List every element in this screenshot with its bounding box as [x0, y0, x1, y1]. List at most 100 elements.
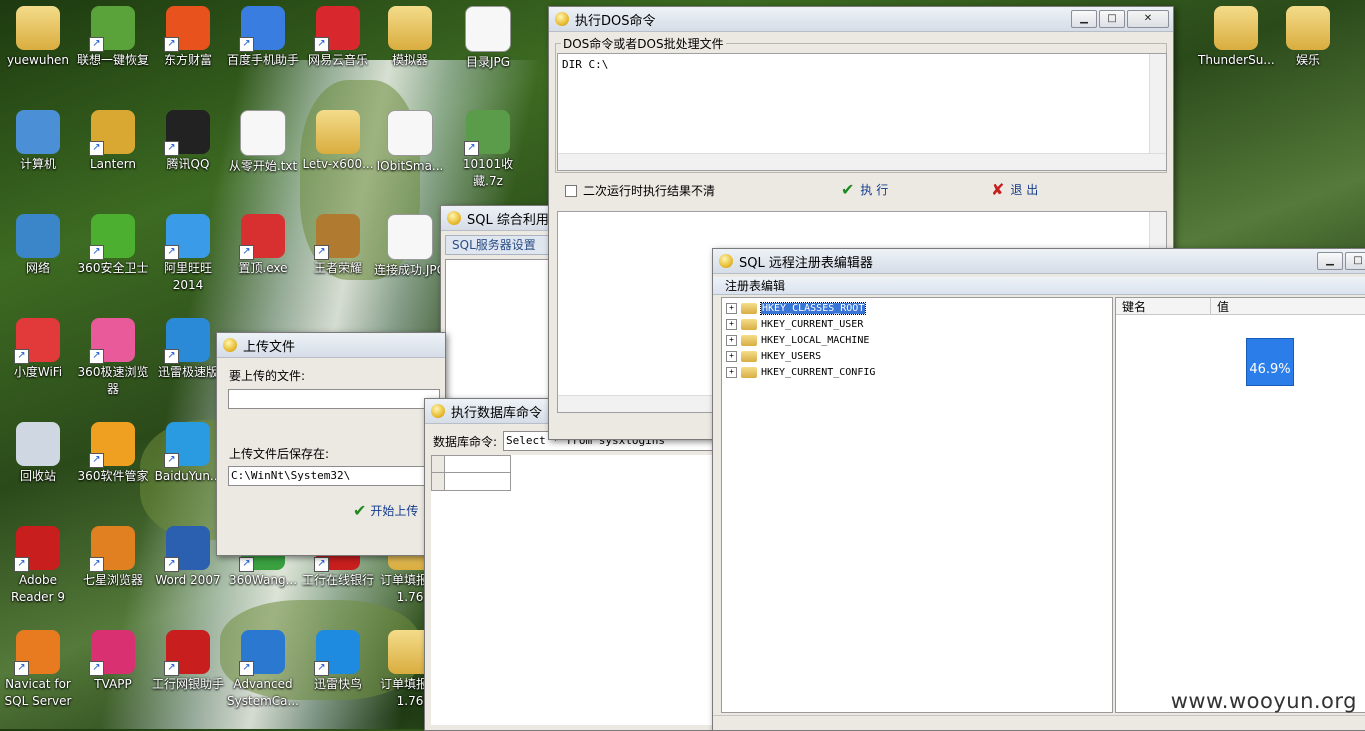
- desktop-icon[interactable]: ↗ 360软件管家: [75, 420, 151, 485]
- registry-tree-item[interactable]: + HKEY_CURRENT_CONFIG: [726, 364, 1112, 380]
- desktop-icon[interactable]: ↗ 10101收藏.7z: [450, 108, 526, 190]
- registry-tree-item[interactable]: + HKEY_LOCAL_MACHINE: [726, 332, 1112, 348]
- registry-tree[interactable]: + HKEY_CLASSES_ROOT + HKEY_CURRENT_USER + HKE…: [721, 297, 1113, 713]
- check-icon: ✔: [353, 501, 367, 520]
- window-title: SQL 远程注册表编辑器: [739, 255, 873, 271]
- db-command-window[interactable]: 执行数据库命令 数据库命令: Select * from sysxlogins: [424, 398, 736, 731]
- desktop-icon[interactable]: yuewuhen: [0, 4, 76, 69]
- desktop-icon[interactable]: ↗ 东方财富: [150, 4, 226, 69]
- desktop-icon[interactable]: ↗ 网易云音乐: [300, 4, 376, 69]
- desktop-icon[interactable]: ↗ 迅雷极速版: [150, 316, 226, 381]
- desktop-icon[interactable]: ↗ Word 2007: [150, 524, 226, 589]
- desktop-icon[interactable]: IObitSma...: [372, 108, 448, 175]
- shortcut-arrow-icon: ↗: [89, 349, 104, 364]
- run-button[interactable]: ✔ 执 行: [841, 180, 888, 199]
- keep-results-checkbox-row[interactable]: 二次运行时执行结果不清: [565, 182, 715, 199]
- desktop-icon[interactable]: ↗ 七星浏览器: [75, 524, 151, 589]
- desktop-icon[interactable]: 计算机: [0, 108, 76, 173]
- dos-command-textarea[interactable]: DIR C:\: [557, 53, 1167, 171]
- progress-indicator: 46.9%: [1246, 338, 1294, 386]
- desktop-icon-label: 10101收藏.7z: [462, 157, 514, 188]
- 7z-file-icon: [387, 110, 433, 156]
- desktop-icon[interactable]: ↗ Navicat for SQL Server: [0, 628, 76, 710]
- desktop-icon[interactable]: 目录JPG: [450, 4, 526, 71]
- shortcut-arrow-icon: ↗: [89, 245, 104, 260]
- word-icon: ↗: [164, 526, 210, 572]
- minimize-button[interactable]: ▁: [1071, 10, 1097, 28]
- folder-icon: [741, 302, 757, 314]
- registry-values-panel[interactable]: 键名 值 46.9%: [1115, 297, 1365, 713]
- desktop-icon[interactable]: ↗ 联想一键恢复: [75, 4, 151, 69]
- desktop-icon[interactable]: ↗ 百度手机助手: [225, 4, 301, 69]
- desktop-icon-label: 360极速浏览器: [77, 365, 149, 396]
- desktop-icon[interactable]: ↗ 阿里旺旺2014: [150, 212, 226, 294]
- registry-section-tab[interactable]: 注册表编辑: [713, 277, 1365, 295]
- desktop-icon[interactable]: 模拟器: [372, 4, 448, 69]
- desktop-icon[interactable]: ↗ 王者荣耀: [300, 212, 376, 277]
- desktop-icon-label: Adobe Reader 9: [11, 573, 65, 604]
- desktop-icon[interactable]: ↗ 迅雷快鸟: [300, 628, 376, 693]
- textarea-horizontal-scrollbar[interactable]: [558, 153, 1166, 170]
- close-button[interactable]: ✕: [1127, 10, 1169, 28]
- desktop-icon[interactable]: ↗ 工行网银助手: [150, 628, 226, 693]
- registry-editor-window[interactable]: SQL 远程注册表编辑器 ▁ □ 注册表编辑 + HKEY_CLASSES_ROO…: [712, 248, 1365, 731]
- desktop-icon[interactable]: 连接成功.JPG: [372, 212, 448, 279]
- exit-button[interactable]: ✘ 退 出: [991, 180, 1038, 199]
- desktop-icon-label: 百度手机助手: [226, 53, 299, 67]
- desktop-icon[interactable]: ↗ Advanced SystemCa...: [225, 628, 301, 710]
- desktop-icon[interactable]: 网络: [0, 212, 76, 277]
- desktop-icon[interactable]: ↗ 360极速浏览器: [75, 316, 151, 398]
- desktop-icon[interactable]: ↗ BaiduYun...: [150, 420, 226, 485]
- image-file-icon: [465, 6, 511, 52]
- desktop-icon[interactable]: ↗ 置顶.exe: [225, 212, 301, 277]
- image-file-icon: [387, 214, 433, 260]
- registry-key-label: HKEY_CURRENT_CONFIG: [761, 366, 876, 378]
- maximize-button[interactable]: □: [1345, 252, 1365, 270]
- desktop-icon[interactable]: ↗ Adobe Reader 9: [0, 524, 76, 606]
- shortcut-arrow-icon: ↗: [89, 661, 104, 676]
- 7z-archive-icon: ↗: [464, 110, 510, 156]
- desktop-icon[interactable]: ↗ 腾讯QQ: [150, 108, 226, 173]
- window-title: 上传文件: [243, 339, 296, 355]
- desktop-icon[interactable]: ↗ 小度WiFi: [0, 316, 76, 381]
- desktop-icon[interactable]: ↗ Lantern: [75, 108, 151, 173]
- xunlei-kuainiao-icon: ↗: [314, 630, 360, 676]
- desktop-icon-label: ThunderSu...: [1198, 53, 1275, 67]
- expand-icon[interactable]: +: [726, 350, 737, 362]
- desktop-icon[interactable]: 娱乐: [1270, 4, 1346, 69]
- minimize-button[interactable]: ▁: [1317, 252, 1343, 270]
- desktop-icon[interactable]: Letv-x600...: [300, 108, 376, 173]
- desktop-icon[interactable]: ThunderSu...: [1198, 4, 1275, 69]
- expand-icon[interactable]: +: [726, 366, 737, 378]
- registry-tree-item[interactable]: + HKEY_CURRENT_USER: [726, 316, 1112, 332]
- save-path-input[interactable]: C:\WinNt\System32\: [228, 466, 442, 486]
- registry-key-label: HKEY_LOCAL_MACHINE: [761, 334, 870, 346]
- registry-tree-item[interactable]: + HKEY_USERS: [726, 348, 1112, 364]
- expand-icon[interactable]: +: [726, 318, 737, 330]
- desktop-icon[interactable]: 回收站: [0, 420, 76, 485]
- keep-results-checkbox[interactable]: [565, 184, 577, 197]
- start-upload-button[interactable]: ✔ 开始上传: [353, 501, 418, 520]
- dos-titlebar[interactable]: 执行DOS命令 ▁ □ ✕: [549, 7, 1173, 32]
- registry-tree-item[interactable]: + HKEY_CLASSES_ROOT: [726, 300, 1112, 316]
- tab-sql-server-settings[interactable]: SQL服务器设置: [445, 235, 563, 255]
- column-value[interactable]: 值: [1211, 298, 1229, 314]
- file-input[interactable]: [228, 389, 440, 409]
- desktop-icon[interactable]: ↗ TVAPP: [75, 628, 151, 693]
- desktop-icon[interactable]: 从零开始.txt: [225, 108, 301, 175]
- baidu-phone-icon: ↗: [239, 6, 285, 52]
- progress-text: 46.9%: [1249, 362, 1291, 377]
- column-key-name[interactable]: 键名: [1116, 298, 1211, 314]
- save-path-label: 上传文件后保存在:: [229, 447, 330, 461]
- desktop-icon-label: TVAPP: [94, 677, 132, 691]
- folder-icon: [388, 6, 432, 50]
- upload-titlebar[interactable]: 上传文件: [217, 333, 445, 358]
- maximize-button[interactable]: □: [1099, 10, 1125, 28]
- upload-window[interactable]: 上传文件 要上传的文件: 上传文件后保存在: C:\WinNt\System32…: [216, 332, 446, 556]
- expand-icon[interactable]: +: [726, 334, 737, 346]
- registry-titlebar[interactable]: SQL 远程注册表编辑器 ▁ □: [713, 249, 1365, 274]
- desktop-icon[interactable]: ↗ 360安全卫士: [75, 212, 151, 277]
- expand-icon[interactable]: +: [726, 302, 737, 314]
- desktop-icon-label: 计算机: [19, 157, 56, 171]
- shortcut-arrow-icon: ↗: [164, 141, 179, 156]
